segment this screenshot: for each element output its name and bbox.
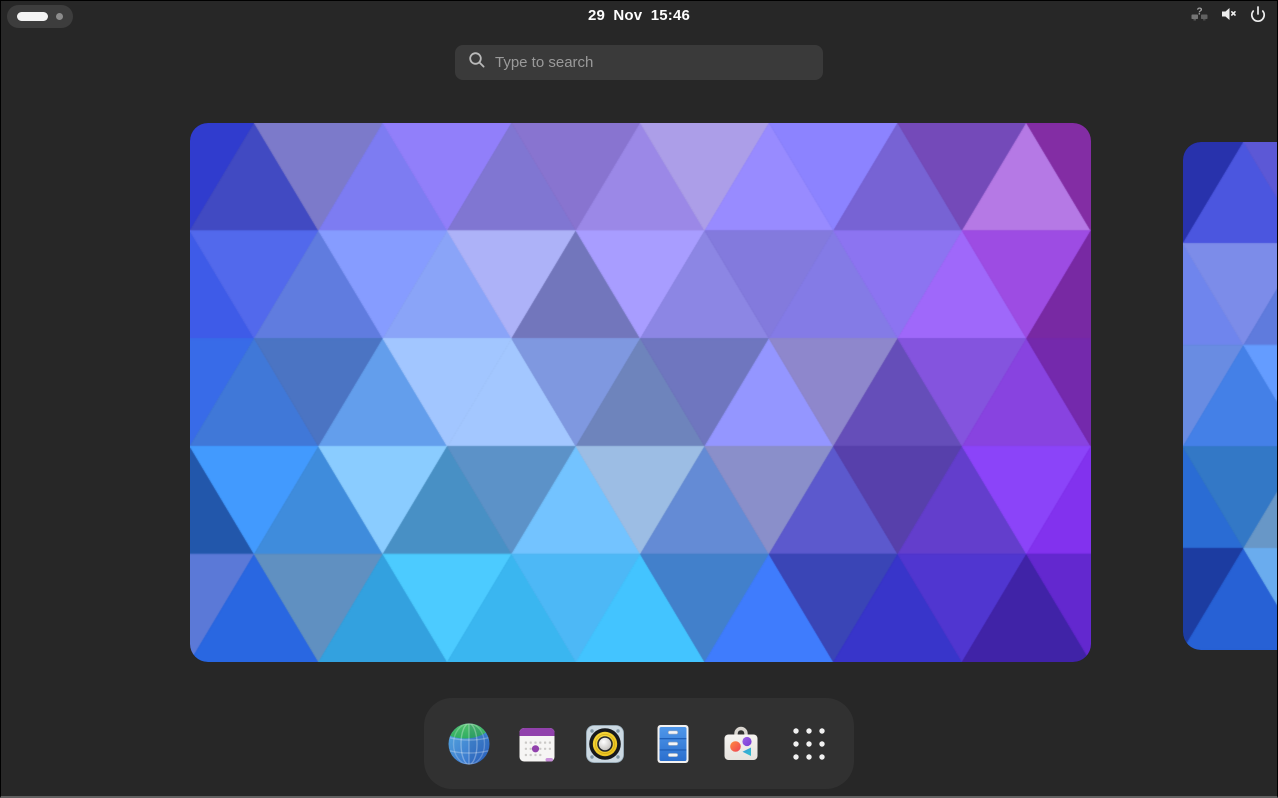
- app-grid-icon: [785, 720, 833, 768]
- app-music-player[interactable]: [577, 716, 633, 772]
- file-cabinet-icon: [649, 720, 697, 768]
- network-unknown-icon: ?: [1190, 5, 1209, 28]
- search-input[interactable]: [495, 54, 813, 71]
- workspace-indicator[interactable]: [7, 5, 73, 28]
- search-bar: [455, 45, 823, 80]
- globe-icon: [445, 720, 493, 768]
- gnome-activities-overview: 29 Nov 15:46 ?: [0, 0, 1278, 798]
- workspace-thumbnail-1[interactable]: [190, 123, 1091, 662]
- inactive-workspace-dot[interactable]: [56, 13, 63, 20]
- dash: [424, 698, 854, 789]
- show-applications-button[interactable]: [781, 716, 837, 772]
- wallpaper-workspace-2: [1183, 142, 1278, 650]
- shopping-bag-icon: [717, 720, 765, 768]
- search-icon: [468, 51, 486, 74]
- svg-text:?: ?: [1196, 6, 1202, 17]
- calendar-icon: [513, 720, 561, 768]
- power-icon: [1249, 5, 1267, 28]
- app-files[interactable]: [645, 716, 701, 772]
- top-bar: 29 Nov 15:46 ?: [1, 1, 1277, 31]
- system-status-area[interactable]: ?: [1190, 1, 1267, 31]
- volume-muted-icon: [1220, 5, 1238, 28]
- app-calendar[interactable]: [509, 716, 565, 772]
- app-software[interactable]: [713, 716, 769, 772]
- active-workspace-pill[interactable]: [17, 12, 48, 21]
- workspace-thumbnail-2[interactable]: [1183, 142, 1278, 650]
- clock[interactable]: 29 Nov 15:46: [588, 1, 690, 31]
- app-web-browser[interactable]: [441, 716, 497, 772]
- speaker-icon: [581, 720, 629, 768]
- wallpaper-workspace-1: [190, 123, 1091, 662]
